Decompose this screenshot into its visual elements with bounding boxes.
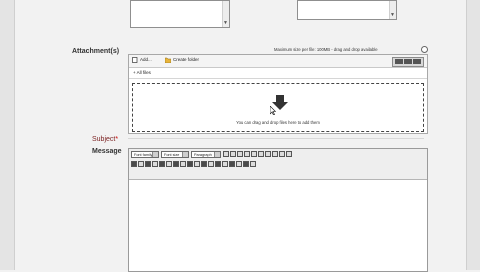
- separator-icon: [223, 151, 229, 157]
- strikethrough-icon[interactable]: [251, 151, 257, 157]
- paragraph-value: Paragraph: [194, 153, 212, 157]
- unlink-icon[interactable]: [180, 161, 186, 167]
- file-picker[interactable]: Add... Create folder + All files You can…: [128, 54, 428, 134]
- add-file-label: Add...: [140, 57, 152, 63]
- file-picker-toolbar: Add... Create folder: [129, 55, 427, 68]
- fullscreen-icon[interactable]: [250, 161, 256, 167]
- create-folder-label: Create folder: [173, 57, 200, 63]
- font-size-select[interactable]: Font size: [161, 151, 189, 158]
- folder-icon: [165, 57, 171, 63]
- view-tree-icon[interactable]: [413, 59, 421, 64]
- more-icon[interactable]: [286, 151, 292, 157]
- bold-icon[interactable]: [230, 151, 236, 157]
- redo-icon[interactable]: [138, 161, 144, 167]
- attachments-label: Attachment(s): [72, 48, 120, 55]
- view-list-icon[interactable]: [404, 59, 412, 64]
- justify-icon[interactable]: [166, 161, 172, 167]
- right-window-border: [466, 0, 480, 270]
- superscript-icon[interactable]: [222, 161, 228, 167]
- editor-toolbar: Font family Font size Paragraph: [129, 149, 427, 180]
- numbered-list-icon[interactable]: [265, 151, 271, 157]
- required-marker: *: [115, 136, 119, 143]
- subject-label: Subject*: [92, 136, 118, 143]
- font-size-value: Font size: [164, 153, 180, 157]
- files-path-bar: + All files: [129, 68, 427, 79]
- text-color-icon[interactable]: [201, 161, 207, 167]
- outdent-icon[interactable]: [272, 151, 278, 157]
- indent-icon[interactable]: [279, 151, 285, 157]
- message-editor[interactable]: Font family Font size Paragraph: [128, 148, 428, 272]
- list-scrollbar[interactable]: ▼: [222, 1, 229, 27]
- drop-zone-text: You can drag and drop files here to add …: [236, 120, 320, 125]
- bullet-list-icon[interactable]: [258, 151, 264, 157]
- emoticon-icon[interactable]: [236, 161, 242, 167]
- scroll-down-icon[interactable]: ▼: [390, 13, 395, 18]
- create-folder-button[interactable]: Create folder: [165, 57, 199, 63]
- image-icon[interactable]: [187, 161, 193, 167]
- table-icon[interactable]: [194, 161, 200, 167]
- chevron-down-icon: [152, 152, 158, 157]
- add-file-button[interactable]: Add...: [132, 57, 152, 63]
- files-heading[interactable]: + All files: [133, 70, 151, 75]
- scroll-down-icon[interactable]: ▼: [223, 21, 228, 26]
- subscript-icon[interactable]: [215, 161, 221, 167]
- list-box-left[interactable]: ▼: [130, 0, 230, 28]
- attachments-size-hint: Maximum size per file: 100MB - drag and …: [274, 47, 378, 52]
- list-box-right[interactable]: ▼: [297, 0, 397, 20]
- message-label: Message: [92, 148, 122, 155]
- special-char-icon[interactable]: [229, 161, 235, 167]
- chevron-down-icon: [214, 152, 220, 157]
- align-right-icon[interactable]: [159, 161, 165, 167]
- link-icon[interactable]: [173, 161, 179, 167]
- left-window-border: [0, 0, 15, 270]
- drop-zone[interactable]: You can drag and drop files here to add …: [132, 83, 424, 132]
- message-text-area[interactable]: [129, 180, 427, 270]
- list-scrollbar[interactable]: ▼: [389, 1, 396, 19]
- subject-field[interactable]: [128, 138, 424, 139]
- align-center-icon[interactable]: [152, 161, 158, 167]
- subject-label-text: Subject: [92, 136, 116, 143]
- file-add-icon: [132, 57, 138, 63]
- expand-icon[interactable]: [421, 46, 428, 53]
- italic-icon[interactable]: [237, 151, 243, 157]
- source-code-icon[interactable]: [243, 161, 249, 167]
- paragraph-select[interactable]: Paragraph: [191, 151, 221, 158]
- mouse-pointer-icon: [270, 106, 276, 115]
- font-family-value: Font family: [134, 153, 153, 157]
- font-family-select[interactable]: Font family: [131, 151, 159, 158]
- align-left-icon[interactable]: [145, 161, 151, 167]
- view-icons-icon[interactable]: [395, 59, 403, 64]
- highlight-icon[interactable]: [208, 161, 214, 167]
- undo-icon[interactable]: [131, 161, 137, 167]
- underline-icon[interactable]: [244, 151, 250, 157]
- view-mode-buttons[interactable]: [392, 57, 424, 67]
- chevron-down-icon: [182, 152, 188, 157]
